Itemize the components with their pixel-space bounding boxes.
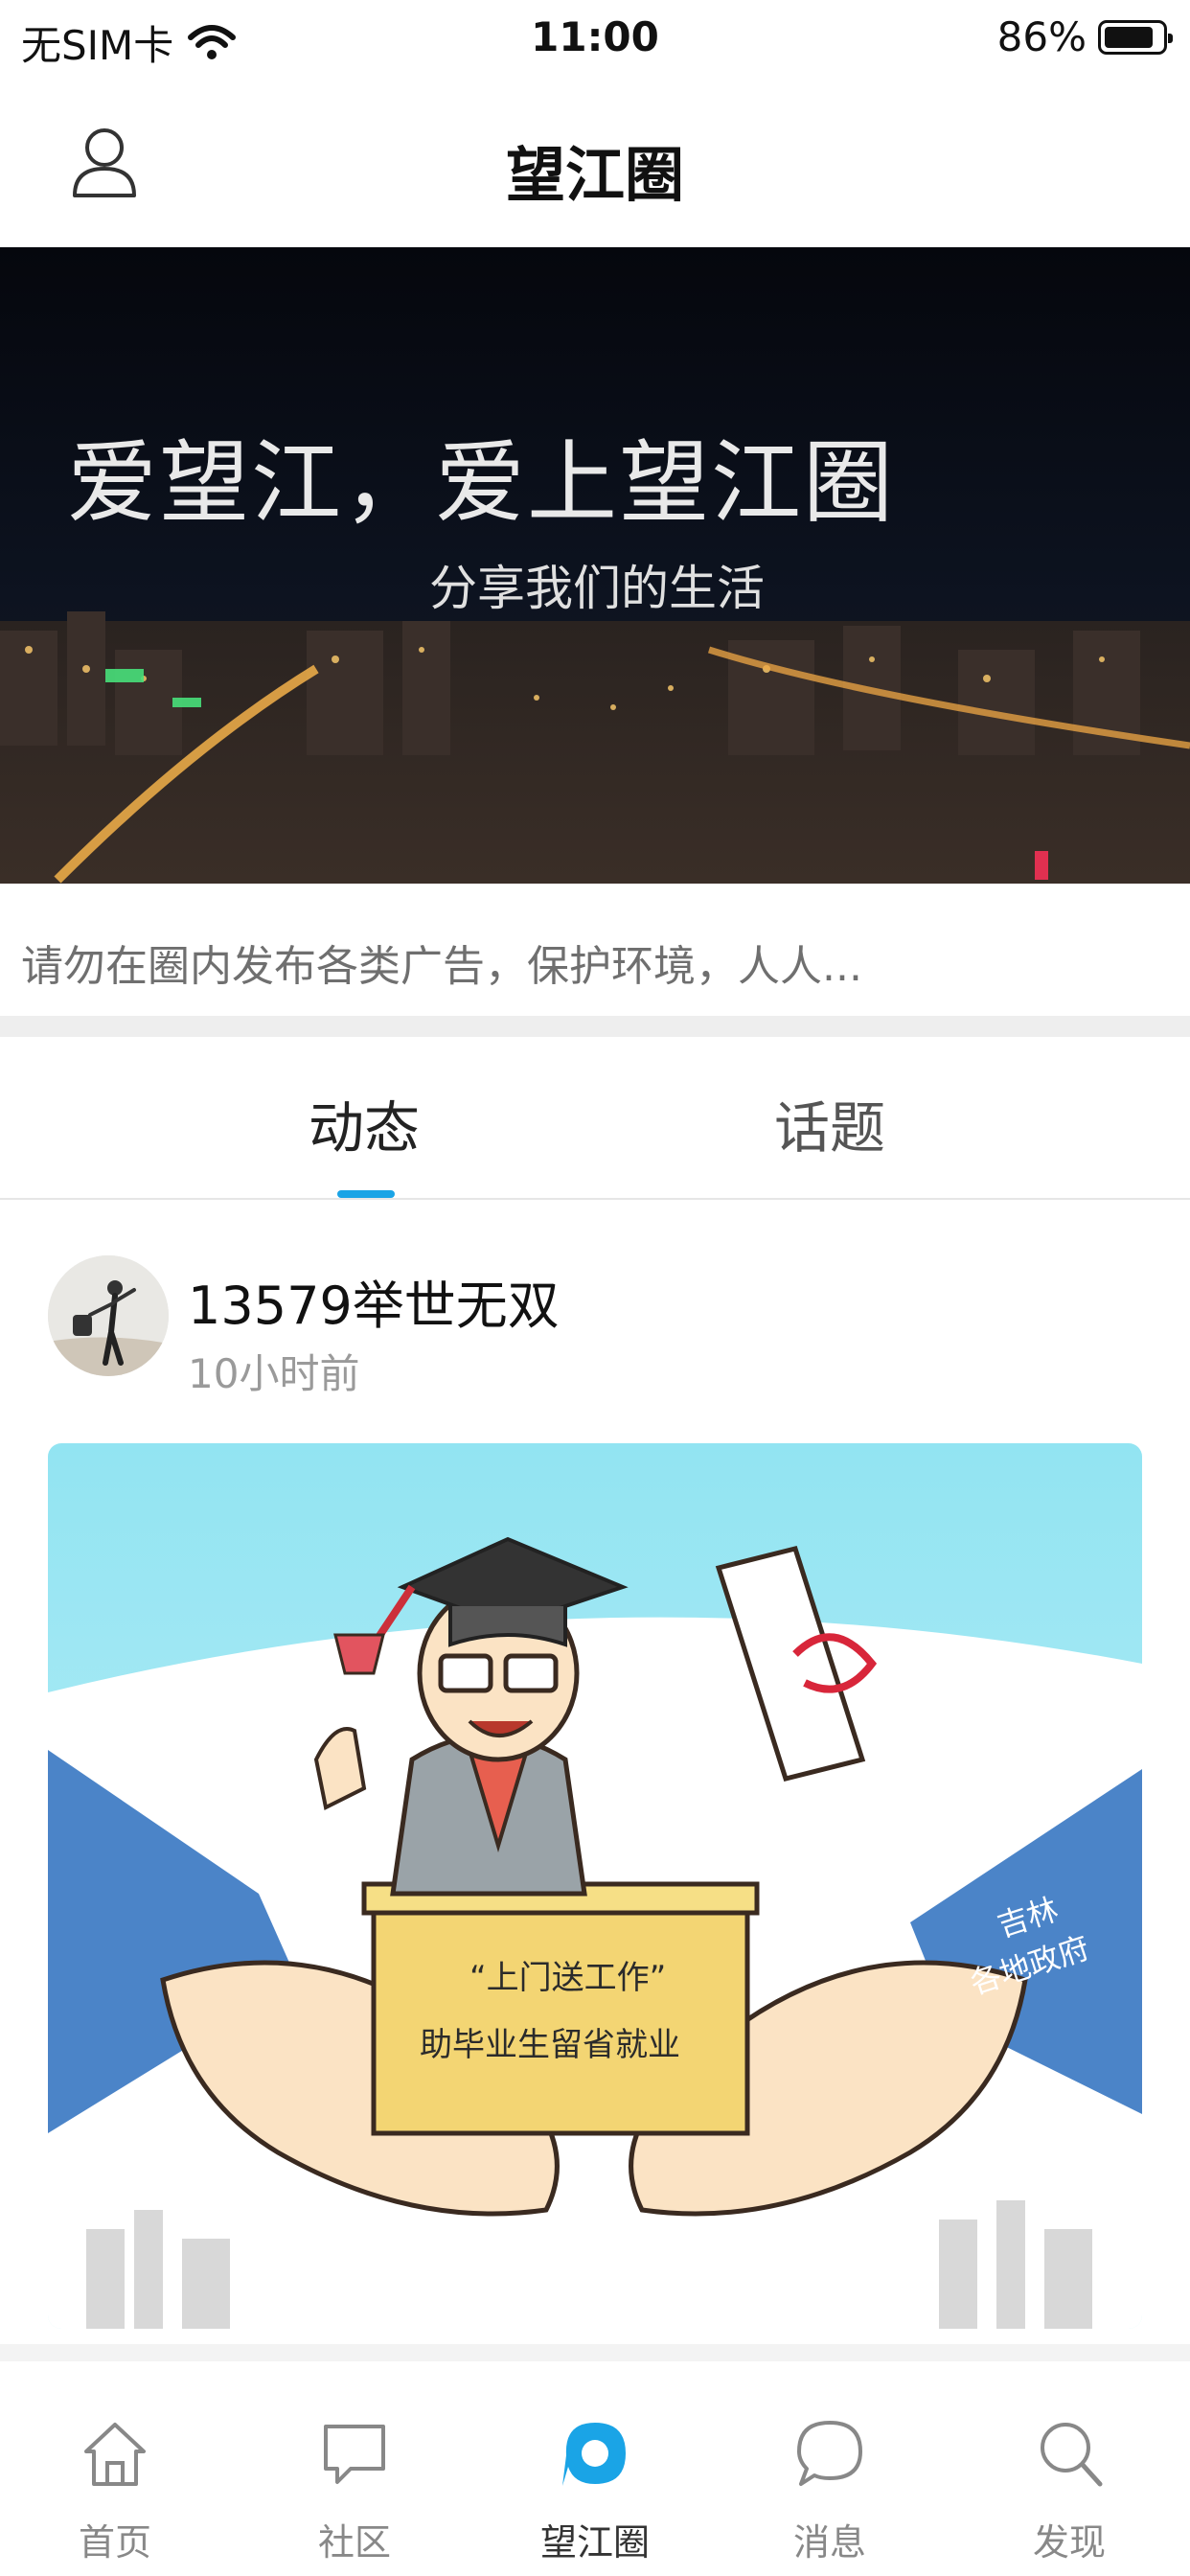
notice-bar[interactable]: 请勿在圈内发布各类广告，保护环境，人人...	[0, 884, 1190, 1035]
page-title: 望江圈	[505, 140, 684, 210]
battery-cap	[1168, 33, 1173, 43]
tabbar-label-discover: 发现	[1032, 2521, 1106, 2564]
tabbar-label-circle: 望江圈	[539, 2521, 650, 2564]
message-bubble-icon	[797, 2421, 862, 2486]
tab-dynamics[interactable]: 动态	[309, 1083, 420, 1163]
avatar[interactable]	[48, 1255, 169, 1376]
banner-title: 爱望江，爱上望江圈	[67, 431, 896, 536]
battery-icon	[1098, 19, 1173, 55]
chat-square-icon	[324, 2425, 385, 2484]
notice-text: 请勿在圈内发布各类广告，保护环境，人人...	[21, 942, 862, 991]
podium-text-1: “上门送工作”	[469, 1959, 667, 1997]
battery-percent: 86%	[996, 13, 1087, 60]
battery-fill	[1105, 26, 1153, 48]
home-icon	[84, 2423, 146, 2486]
post-username[interactable]: 13579举世无双	[188, 1263, 560, 1339]
tabbar-item-messages[interactable]: 消息	[753, 2380, 906, 2576]
section-gap	[0, 1016, 1190, 1037]
tabbar-label-home: 首页	[78, 2521, 151, 2564]
bottom-tab-bar: 首页 社区 望江圈 消息 发现	[0, 2380, 1190, 2576]
tabbar-label-community: 社区	[317, 2521, 391, 2564]
circle-icon	[562, 2423, 626, 2486]
graduate-cartoon	[48, 1443, 1142, 2329]
tabbar-item-circle[interactable]: 望江圈	[518, 2380, 672, 2576]
tabbar-item-home[interactable]: 首页	[38, 2380, 192, 2576]
banner[interactable]: 爱望江，爱上望江圈 分享我们的生活	[0, 247, 1190, 884]
status-right: 86%	[996, 13, 1173, 60]
tabbar-item-community[interactable]: 社区	[278, 2380, 431, 2576]
tabbar-label-messages: 消息	[792, 2521, 866, 2564]
post-timestamp: 10小时前	[188, 1350, 360, 1397]
avatar-photo	[48, 1255, 169, 1376]
podium-text-2: 助毕业生留省就业	[420, 2026, 680, 2064]
banner-subtitle: 分享我们的生活	[429, 561, 765, 616]
nav-bar: 望江圈	[0, 80, 1190, 245]
feed-divider	[0, 2344, 1190, 2361]
post-image[interactable]: “上门送工作” 助毕业生留省就业 吉林 各地政府	[48, 1443, 1142, 2329]
tab-topics[interactable]: 话题	[774, 1083, 885, 1163]
status-bar: 无SIM卡 11:00 86%	[0, 0, 1190, 80]
tabbar-item-discover[interactable]: 发现	[993, 2380, 1146, 2576]
active-tab-indicator	[337, 1190, 395, 1198]
feed-tabs: 动态 话题	[0, 1037, 1190, 1200]
search-icon	[1041, 2423, 1103, 2487]
